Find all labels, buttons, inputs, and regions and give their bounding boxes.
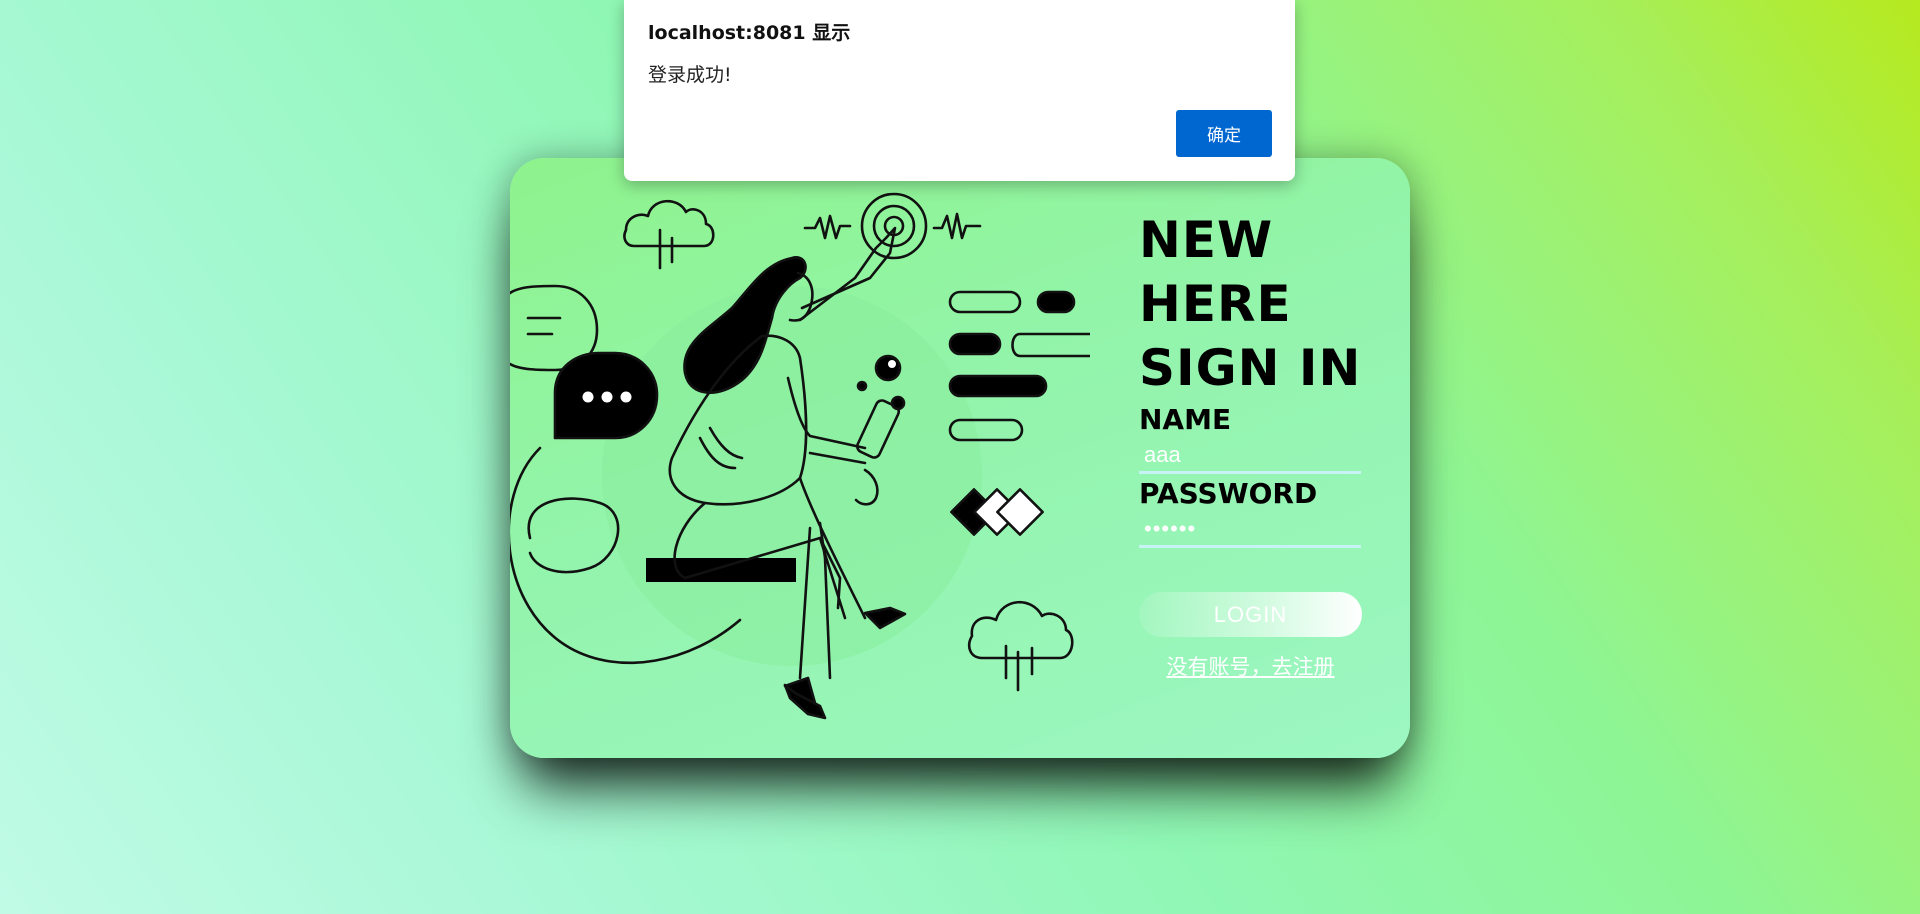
alert-message: 登录成功! (648, 64, 732, 86)
cloud-rain-icon (623, 199, 715, 270)
password-input[interactable] (1139, 512, 1361, 548)
heading-line-3: SIGN IN (1139, 339, 1362, 397)
login-button[interactable]: LOGIN (1139, 592, 1362, 637)
name-input[interactable] (1139, 438, 1361, 474)
illustration (510, 192, 1090, 720)
touch-ripple-icon (803, 192, 982, 260)
alert-dialog: localhost:8081 显示 登录成功! 确定 (624, 0, 1295, 181)
heading-line-1: NEW (1139, 211, 1274, 269)
chat-bubble-icon (553, 351, 659, 440)
page-heading: NEW HERE SIGN IN (1139, 208, 1369, 400)
name-label: NAME (1139, 403, 1232, 436)
heading-line-2: HERE (1139, 275, 1292, 333)
login-card: NEW HERE SIGN IN NAME PASSWORD LOGIN 没有账… (510, 158, 1410, 758)
sign-in-form: NEW HERE SIGN IN NAME PASSWORD LOGIN 没有账… (1139, 208, 1369, 681)
alert-ok-button[interactable]: 确定 (1176, 110, 1272, 157)
register-link[interactable]: 没有账号，去注册 (1139, 651, 1362, 681)
cloud-rain-icon (968, 600, 1074, 692)
password-label: PASSWORD (1139, 477, 1318, 510)
alert-title: localhost:8081 显示 (648, 22, 851, 44)
